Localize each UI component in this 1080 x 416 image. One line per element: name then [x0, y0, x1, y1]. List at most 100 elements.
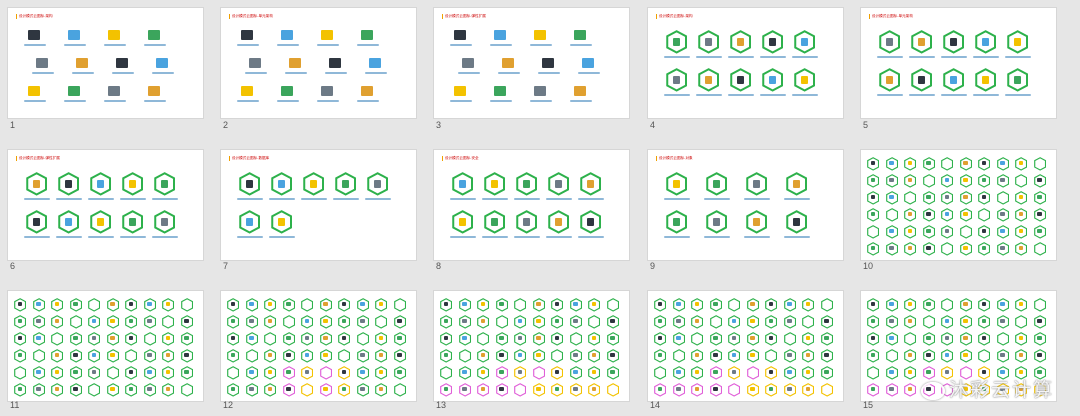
service-hexagon-icon — [922, 173, 935, 188]
diagram-icon — [361, 86, 373, 96]
service-icon — [694, 352, 700, 357]
icon-caption — [664, 198, 690, 200]
service-icon — [1000, 245, 1005, 250]
icon-caption — [88, 236, 114, 238]
slide-thumbnail-2[interactable]: 设计模式云图标-单元架构 — [221, 8, 416, 118]
service-hexagon-icon — [941, 331, 954, 346]
slide-thumbnail-14[interactable] — [648, 291, 843, 401]
service-icon — [907, 318, 913, 323]
slide-thumbnail-4[interactable]: 设计模式云图标-架构 — [648, 8, 843, 118]
service-hexagon-icon — [978, 190, 991, 205]
service-icon — [713, 301, 718, 306]
icon-caption — [664, 236, 690, 238]
service-icon — [787, 318, 792, 323]
service-icon — [536, 301, 541, 306]
service-hexagon-icon — [227, 348, 240, 363]
service-hexagon-icon — [532, 365, 545, 380]
service-hexagon-icon — [125, 382, 138, 397]
service-icon — [128, 386, 134, 391]
diagram-icon — [108, 86, 120, 96]
slide-thumbnail-6[interactable]: 设计模式云图标-弹性扩展 — [8, 150, 203, 260]
service-hexagon-icon — [532, 348, 545, 363]
service-hexagon-icon — [885, 297, 898, 312]
service-hexagon-icon — [580, 210, 601, 234]
service-hexagon-icon — [941, 348, 954, 363]
service-hexagon-icon — [959, 331, 972, 346]
service-hexagon-icon — [484, 210, 505, 234]
service-hexagon-icon — [569, 365, 582, 380]
service-icon — [184, 335, 189, 340]
icon-caption — [664, 56, 690, 58]
service-hexagon-icon — [654, 348, 667, 363]
service-hexagon-icon — [1033, 207, 1046, 222]
service-icon — [1037, 177, 1042, 182]
slide-thumbnail-13[interactable] — [434, 291, 629, 401]
icon-caption — [941, 94, 967, 96]
icon-caption — [792, 94, 818, 96]
slide-thumbnail-10[interactable] — [861, 150, 1056, 260]
icon-caption — [450, 236, 476, 238]
service-icon — [591, 386, 597, 391]
service-hexagon-icon — [154, 210, 175, 234]
service-icon — [805, 369, 811, 374]
diagram-icon — [36, 58, 48, 68]
service-hexagon-icon — [282, 314, 295, 329]
service-hexagon-icon — [69, 365, 82, 380]
service-icon — [917, 76, 926, 84]
icon-caption — [877, 94, 903, 96]
diagram-icon — [148, 86, 160, 96]
service-hexagon-icon — [143, 297, 156, 312]
icon-caption — [64, 44, 86, 46]
service-icon — [490, 218, 499, 226]
service-hexagon-icon — [162, 348, 175, 363]
service-hexagon-icon — [356, 314, 369, 329]
service-hexagon-icon — [588, 331, 601, 346]
slide-thumbnail-11[interactable] — [8, 291, 203, 401]
service-hexagon-icon — [606, 297, 619, 312]
service-icon — [91, 369, 97, 374]
service-hexagon-icon — [32, 331, 45, 346]
slide-thumbnail-12[interactable] — [221, 291, 416, 401]
service-icon — [926, 211, 931, 216]
service-hexagon-icon — [227, 331, 240, 346]
service-icon — [378, 335, 384, 340]
service-hexagon-icon — [885, 331, 898, 346]
service-hexagon-icon — [551, 348, 564, 363]
slide-thumbnail-3[interactable]: 设计模式云图标-弹性扩展 — [434, 8, 629, 118]
service-hexagon-icon — [514, 382, 527, 397]
service-hexagon-icon — [303, 172, 324, 196]
service-hexagon-icon — [867, 331, 880, 346]
icon-caption — [120, 236, 146, 238]
service-hexagon-icon — [143, 331, 156, 346]
service-hexagon-icon — [106, 331, 119, 346]
icon-caption — [450, 198, 476, 200]
slide-title: 设计模式云图标-架构 — [656, 14, 693, 19]
service-hexagon-icon — [996, 348, 1009, 363]
slide-thumbnail-5[interactable]: 设计模式云图标-单元架构 — [861, 8, 1056, 118]
service-hexagon-icon — [106, 365, 119, 380]
diagram-icon — [534, 30, 546, 40]
slide-thumbnail-1[interactable]: 设计模式云图标-架构 — [8, 8, 203, 118]
service-icon — [1000, 211, 1005, 216]
service-hexagon-icon — [393, 297, 406, 312]
service-icon — [917, 38, 926, 46]
service-hexagon-icon — [548, 210, 569, 234]
service-hexagon-icon — [106, 297, 119, 312]
icon-caption — [237, 198, 263, 200]
service-icon — [981, 335, 987, 340]
service-hexagon-icon — [1033, 297, 1046, 312]
service-icon — [944, 352, 950, 357]
slide-thumbnail-7[interactable]: 设计模式云图标-数据库 — [221, 150, 416, 260]
service-hexagon-icon — [106, 382, 119, 397]
diagram-icon — [494, 86, 506, 96]
service-icon — [926, 335, 931, 340]
service-icon — [249, 335, 254, 340]
service-icon — [889, 335, 894, 340]
service-hexagon-icon — [569, 331, 582, 346]
service-icon — [73, 352, 78, 357]
slide-thumbnail-9[interactable]: 设计模式云图标-对象 — [648, 150, 843, 260]
service-hexagon-icon — [746, 331, 759, 346]
slide-thumbnail-8[interactable]: 设计模式云图标-安全 — [434, 150, 629, 260]
service-icon — [1037, 194, 1042, 199]
icon-caption — [490, 44, 512, 46]
